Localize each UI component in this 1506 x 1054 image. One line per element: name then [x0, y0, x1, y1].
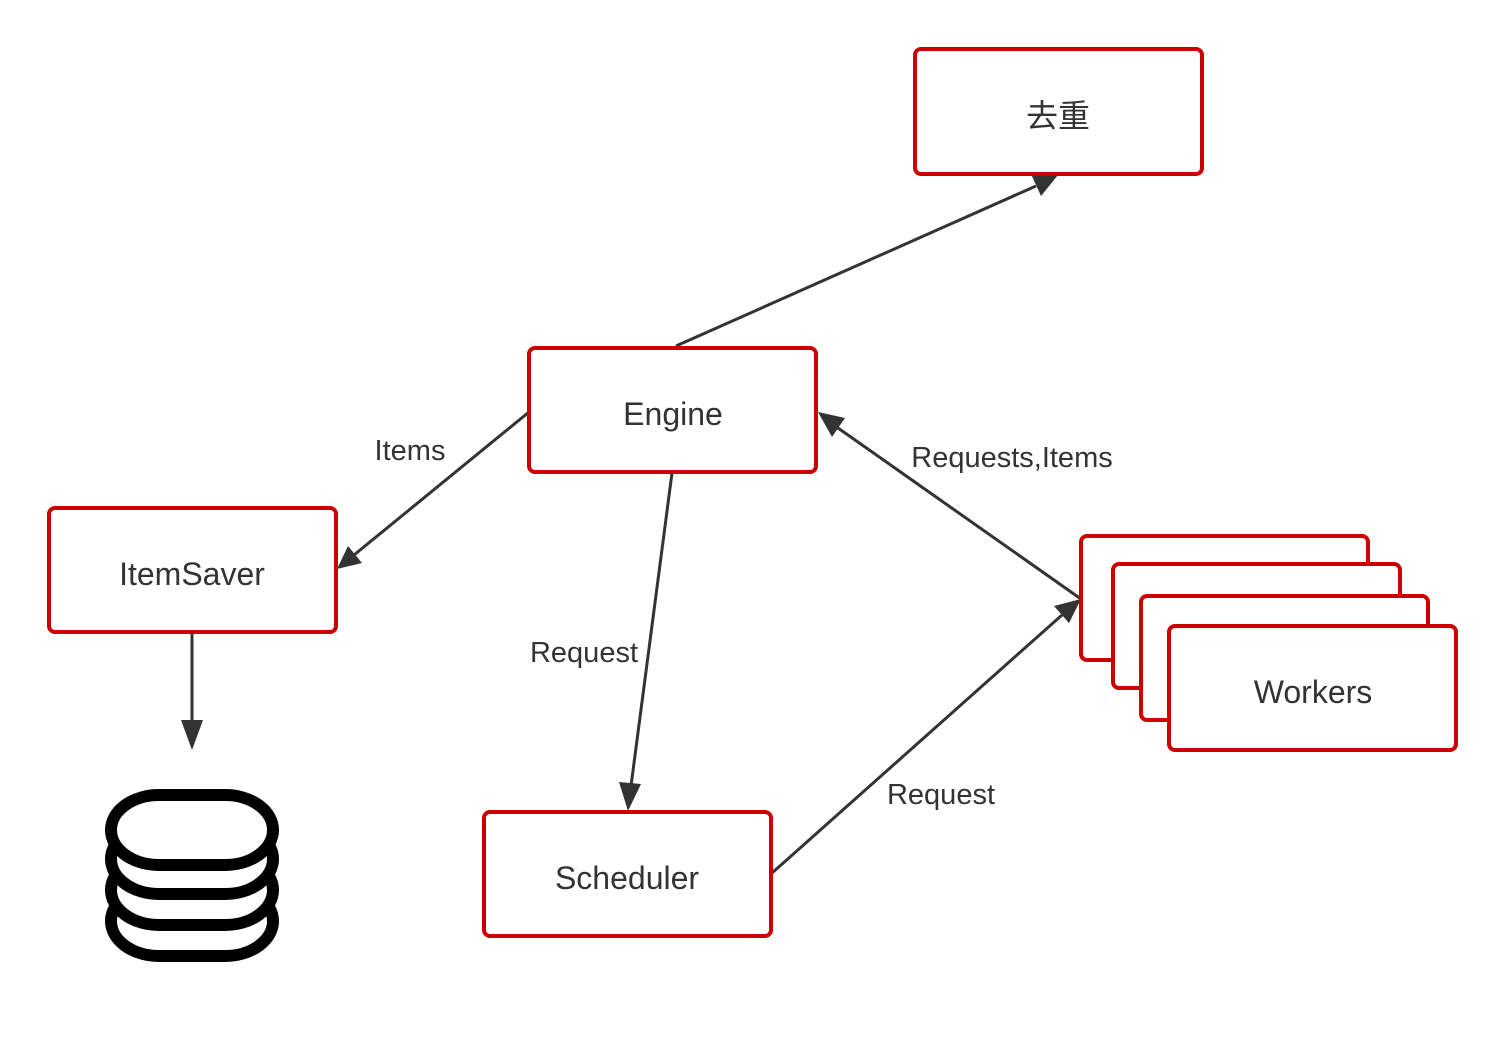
node-itemsaver: ItemSaver [47, 506, 338, 634]
node-label-itemsaver: ItemSaver [119, 556, 265, 592]
node-label-engine: Engine [623, 396, 723, 432]
edge-engine-to-scheduler: Request [530, 472, 674, 811]
edge-label-items: Items [375, 435, 446, 467]
arrowhead-icon [818, 412, 845, 437]
node-scheduler: Scheduler [482, 810, 773, 938]
edge-engine-to-itemsaver: Items [337, 410, 530, 569]
edge-engine-to-dedup [675, 174, 1058, 348]
arrowhead-icon [181, 720, 203, 750]
node-dedup: 去重 [913, 47, 1204, 176]
node-label-scheduler: Scheduler [555, 860, 699, 896]
edge-itemsaver-to-database [181, 632, 203, 750]
database-icon [105, 789, 279, 962]
node-engine: Engine [527, 346, 818, 474]
edge-label-request-engine: Request [530, 637, 638, 669]
node-label-workers: Workers [1254, 674, 1373, 710]
architecture-diagram: Items Request Request Requests,Items 去重 … [47, 47, 1458, 962]
node-workers-stack: Workers [1079, 534, 1458, 752]
arrowhead-icon [337, 546, 362, 569]
edge-scheduler-to-workers: Request [771, 599, 1081, 875]
edge-workers-to-engine: Requests,Items [818, 412, 1113, 601]
edge-label-requests-items: Requests,Items [911, 442, 1112, 474]
node-label-dedup: 去重 [1026, 98, 1090, 134]
edge-label-request-scheduler: Request [887, 779, 995, 811]
arrowhead-icon [619, 782, 641, 811]
